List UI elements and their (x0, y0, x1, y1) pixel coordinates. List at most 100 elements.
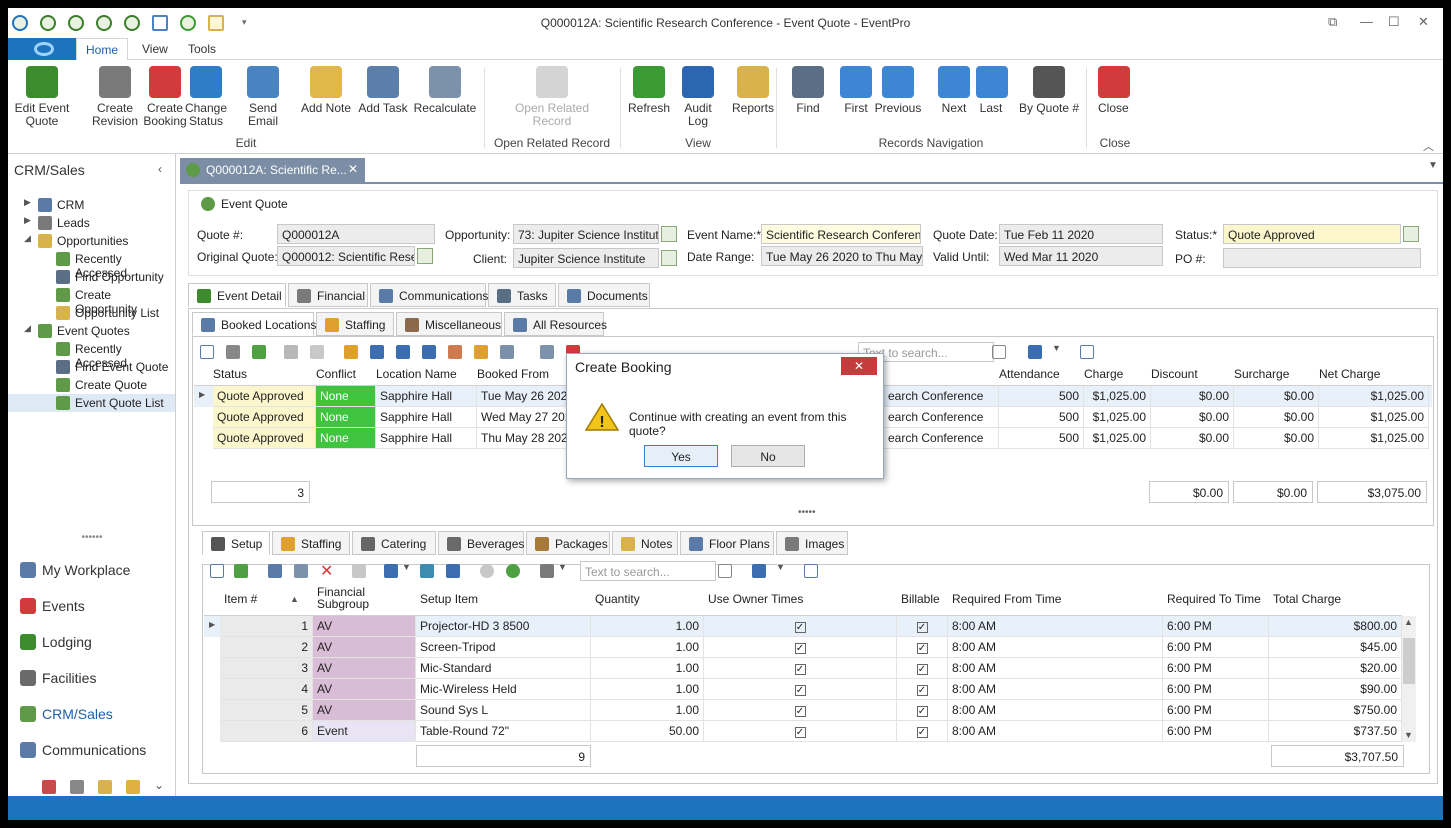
collapse-ribbon-icon[interactable]: ︿ (1423, 138, 1434, 154)
lookup-icon[interactable] (661, 226, 677, 242)
tab-tasks[interactable]: Tasks (488, 283, 556, 307)
next-button[interactable]: Next (936, 66, 972, 115)
tasks-icon[interactable] (126, 780, 140, 794)
tree-item-opportunity-list[interactable]: Opportunity List (8, 304, 175, 322)
column-header-discount[interactable]: Discount (1151, 367, 1198, 381)
copy-icon[interactable] (384, 564, 398, 578)
add-icon[interactable] (252, 345, 266, 359)
status-field[interactable]: Quote Approved (1223, 224, 1401, 244)
new-icon[interactable] (200, 345, 214, 359)
column-header-use-owner-times[interactable]: Use Owner Times (708, 592, 897, 606)
column-header-conflict[interactable]: Conflict (316, 367, 356, 381)
new-icon[interactable] (210, 564, 224, 578)
tab-images[interactable]: Images (776, 531, 848, 555)
date-range-field[interactable]: Tue May 26 2020 to Thu May 28 (761, 246, 923, 266)
checkbox[interactable]: ✓ (794, 664, 806, 675)
tab-miscellaneous[interactable]: Miscellaneous (396, 312, 502, 336)
module-events[interactable]: Events (20, 598, 85, 614)
tab-floor-plans[interactable]: Floor Plans (680, 531, 774, 555)
checkbox[interactable]: ✓ (916, 706, 928, 717)
checkbox[interactable]: ✓ (794, 706, 806, 717)
yes-button[interactable]: Yes (644, 445, 718, 467)
notes-icon[interactable] (98, 780, 112, 794)
tab-home[interactable]: Home (76, 38, 128, 61)
tab-all-resources[interactable]: All Resources (504, 312, 607, 336)
find-button[interactable]: Find (788, 66, 828, 115)
grid-icon[interactable] (294, 564, 308, 578)
tree-item-crm[interactable]: ▶ CRM (8, 196, 175, 214)
checkbox-cell[interactable]: ✓ (897, 679, 948, 700)
column-header-location-name[interactable]: Location Name (376, 367, 457, 381)
cleanup-icon[interactable] (448, 345, 462, 359)
splitter-grip[interactable]: •••••• (8, 532, 176, 546)
quote-number-field[interactable]: Q000012A (277, 224, 435, 244)
po-number-field[interactable] (1223, 248, 1421, 268)
copy-location-icon[interactable] (396, 345, 410, 359)
tree-item-event-quote-list[interactable]: Event Quote List (8, 394, 175, 412)
splitter-grip[interactable]: ••••• (798, 507, 816, 518)
find-record-icon[interactable] (804, 564, 818, 578)
tab-view[interactable]: View (142, 42, 168, 56)
scroll-thumb[interactable] (1403, 638, 1415, 684)
tab-event-detail[interactable]: Event Detail (188, 283, 286, 307)
scroll-up-icon[interactable]: ▲ (1404, 617, 1413, 627)
create-revision-button[interactable]: Create Revision (90, 66, 140, 128)
tree-item-opportunities[interactable]: ◢ Opportunities (8, 232, 175, 250)
add-task-button[interactable]: Add Task (358, 66, 408, 115)
hash-button[interactable]: By Quote # (1016, 66, 1082, 115)
module-facilities[interactable]: Facilities (20, 670, 96, 686)
setup-search-input[interactable]: Text to search... (580, 561, 716, 581)
tab-documents[interactable]: Documents (558, 283, 650, 307)
event-name-field[interactable]: Scientific Research Conference (761, 224, 921, 244)
calculator-icon[interactable] (70, 780, 84, 794)
search-icon[interactable] (992, 345, 1006, 359)
checkbox-cell[interactable]: ✓ (897, 721, 948, 742)
checkbox-cell[interactable]: ✓ (897, 700, 948, 721)
document-tab[interactable]: Q000012A: Scientific Re... ✕ (180, 158, 365, 182)
client-field[interactable]: Jupiter Science Institute (513, 248, 659, 268)
reports-button[interactable]: Reports (728, 66, 778, 115)
tree-item-recently-accessed[interactable]: Recently Accessed (8, 340, 175, 370)
original-quote-field[interactable]: Q000012: Scientific Rese... (277, 246, 415, 266)
checkbox-cell[interactable]: ✓ (704, 616, 897, 637)
checkbox[interactable]: ✓ (916, 622, 928, 633)
print-icon[interactable] (752, 564, 766, 578)
import-icon[interactable] (446, 564, 460, 578)
checkbox-cell[interactable]: ✓ (897, 616, 948, 637)
print-dropdown-icon[interactable]: ▼ (1052, 343, 1061, 353)
sort-ascending-icon[interactable]: ▲ (290, 594, 299, 604)
edit-event-quote-button[interactable]: Edit Event Quote (12, 66, 72, 128)
print-icon[interactable] (1028, 345, 1042, 359)
checkbox-cell[interactable]: ✓ (704, 721, 897, 742)
change-status-button[interactable]: Change Status (184, 66, 228, 128)
copy-dropdown-icon[interactable]: ▼ (402, 562, 411, 572)
move-location-icon[interactable] (422, 345, 436, 359)
close-tab-icon[interactable]: ✕ (348, 162, 358, 176)
edit-icon[interactable] (268, 564, 282, 578)
quote-date-field[interactable]: Tue Feb 11 2020 (999, 224, 1163, 244)
maximize-icon[interactable]: ☐ (1388, 14, 1400, 30)
checkbox[interactable]: ✓ (794, 643, 806, 654)
column-header-attendance[interactable]: Attendance (999, 367, 1060, 381)
last-button[interactable]: Last (976, 66, 1008, 115)
column-header-charge[interactable]: Charge (1084, 367, 1123, 381)
tree-item-find-opportunity[interactable]: Find Opportunity (8, 268, 175, 286)
filter-icon[interactable] (540, 564, 554, 578)
refresh-button[interactable]: Refresh (624, 66, 674, 115)
tab-booked-locations[interactable]: Booked Locations (192, 312, 316, 336)
search-icon[interactable] (718, 564, 732, 578)
tab-communications[interactable]: Communications (370, 283, 488, 307)
add-location-icon[interactable] (370, 345, 384, 359)
tree-item-create-quote[interactable]: Create Quote (8, 376, 175, 394)
previous-button[interactable]: Previous (870, 66, 926, 115)
undo-icon[interactable] (310, 345, 324, 359)
valid-until-field[interactable]: Wed Mar 11 2020 (999, 246, 1163, 266)
column-header-quantity[interactable]: Quantity (595, 592, 704, 606)
tree-item-create-opportunity[interactable]: Create Opportunity (8, 286, 175, 316)
checkbox[interactable]: ✓ (794, 727, 806, 738)
checkbox-cell[interactable]: ✓ (704, 637, 897, 658)
move-up-icon[interactable] (480, 564, 494, 578)
column-header-setup-item[interactable]: Setup Item (420, 592, 591, 606)
lookup-icon[interactable] (417, 248, 433, 264)
checkbox-cell[interactable]: ✓ (704, 679, 897, 700)
